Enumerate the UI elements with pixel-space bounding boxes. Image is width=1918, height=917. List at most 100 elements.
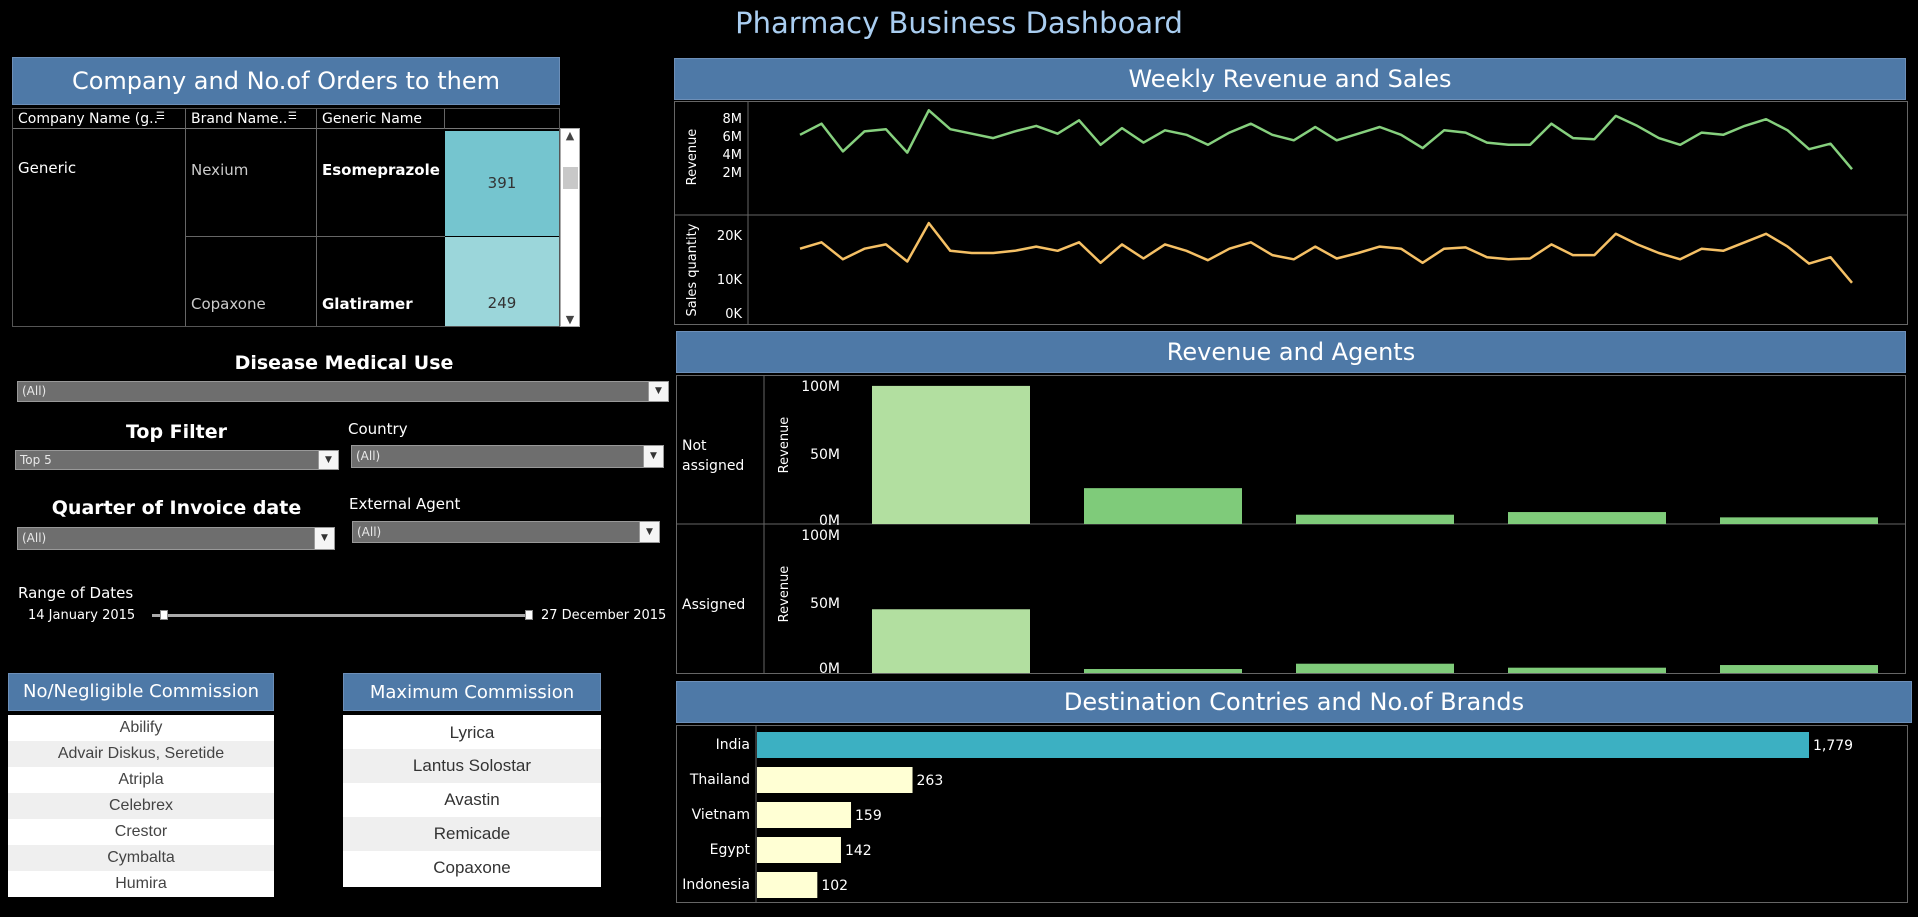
disease-dropdown[interactable]: (All) ▼ [17,381,669,402]
data-label: 102 [821,878,848,894]
bar [1508,667,1666,673]
axis-label: Revenue [685,129,700,186]
max-commission-header: Maximum Commission [343,673,601,711]
chevron-down-icon[interactable]: ▼ [648,382,668,401]
list-item[interactable]: Lyrica [343,715,601,749]
axis-label: Revenue [777,417,792,474]
generic-cell: Glatiramer [322,295,413,313]
row-label: Assigned [682,597,745,613]
list-item[interactable]: Crestor [8,819,274,845]
chevron-down-icon[interactable]: ▼ [561,313,579,326]
bar [872,609,1030,673]
scroll-thumb[interactable] [563,167,578,189]
bar [757,767,913,793]
orders-value-cell[interactable]: 391 [445,131,559,236]
revenue-agents-chart: Not assigned Revenue 100M 50M 0M Assigned Reven… [676,375,1906,674]
row-label: Not [682,438,707,454]
bar [1084,669,1242,673]
no-commission-list: Abilify Advair Diskus, Seretide Atripla … [8,715,274,897]
bar [1720,517,1878,524]
column-header-generic[interactable]: Generic Name [322,111,422,127]
tick-label: 50M [810,447,840,463]
date-range-end: 27 December 2015 [541,608,667,623]
date-range-slider[interactable] [152,614,532,617]
chevron-down-icon[interactable]: ▼ [643,446,663,467]
generic-cell: Esomeprazole [322,161,440,179]
list-item[interactable]: Remicade [343,817,601,851]
category-label: India [716,737,750,753]
tick-label: 10K [717,273,743,288]
destination-chart-header: Destination Contries and No.of Brands [676,681,1912,723]
category-label: Thailand [689,772,750,788]
disease-filter-label: Disease Medical Use [234,352,454,374]
data-label: 142 [845,843,872,859]
table-header-row: Company Name (g.. ☰ Brand Name.. ☰ Gener… [13,109,559,129]
tick-label: 0K [725,307,742,322]
chevron-down-icon[interactable]: ▼ [314,528,334,549]
date-range-label: Range of Dates [18,584,134,602]
list-item[interactable]: Celebrex [8,793,274,819]
column-header-brand[interactable]: Brand Name.. [191,111,287,127]
chevron-down-icon[interactable]: ▼ [639,522,659,542]
tick-label: 0M [819,513,840,529]
table-scrollbar[interactable]: ▲ ▼ [560,128,580,327]
country-dropdown-value: (All) [356,449,381,463]
data-label: 263 [917,773,944,789]
orders-value-cell[interactable]: 249 [445,237,559,326]
list-item[interactable]: Abilify [8,715,274,741]
disease-dropdown-value: (All) [22,384,47,398]
tick-label: 100M [801,379,840,395]
no-commission-header: No/Negligible Commission [8,673,274,711]
bar [1084,488,1242,524]
data-label: 1,779 [1813,738,1853,754]
date-range-start: 14 January 2015 [28,608,136,623]
bar [1720,665,1878,673]
list-item[interactable]: Humira [8,871,274,897]
bar [1508,512,1666,524]
list-item[interactable]: Avastin [343,783,601,817]
bar [1296,663,1454,673]
tick-label: 4M [723,148,743,163]
chevron-up-icon[interactable]: ▲ [561,129,579,142]
sort-icon[interactable]: ☰ [288,111,297,122]
sort-icon[interactable]: ☰ [156,111,165,122]
category-label: Vietnam [692,807,750,823]
top-filter-value: Top 5 [20,453,52,467]
slider-start-handle[interactable] [160,610,168,620]
list-item[interactable]: Advair Diskus, Seretide [8,741,274,767]
list-item[interactable]: Copaxone [343,851,601,885]
max-commission-list: Lyrica Lantus Solostar Avastin Remicade … [343,715,601,887]
tick-label: 8M [723,112,743,127]
brand-cell: Nexium [191,161,249,179]
slider-end-handle[interactable] [525,610,533,620]
list-item[interactable]: Cymbalta [8,845,274,871]
weekly-chart-header: Weekly Revenue and Sales [674,58,1906,100]
agent-dropdown[interactable]: (All) ▼ [352,521,660,543]
list-item[interactable]: Atripla [8,767,274,793]
country-dropdown[interactable]: (All) ▼ [351,445,664,468]
weekly-revenue-sales-chart: Revenue 8M 6M 4M 2M Sales quantity 20K 10K 0K [674,101,1908,325]
quarter-filter-label: Quarter of Invoice date [51,497,302,519]
bar [757,732,1809,758]
bar [1296,514,1454,524]
company-orders-table: Company Name (g.. ☰ Brand Name.. ☰ Gener… [12,108,560,327]
bar [757,802,852,828]
quarter-dropdown[interactable]: (All) ▼ [17,527,335,550]
company-name-cell: Generic [18,159,77,177]
bar [757,872,818,898]
axis-label: Sales quantity [685,223,700,316]
chevron-down-icon[interactable]: ▼ [318,451,338,469]
column-header-company[interactable]: Company Name (g.. [18,111,158,127]
agent-dropdown-value: (All) [357,525,382,539]
bar [757,837,841,863]
top-filter-dropdown[interactable]: Top 5 ▼ [15,450,339,470]
brand-cell: Copaxone [191,295,266,313]
tick-label: 2M [723,166,743,181]
agent-filter-label: External Agent [349,495,461,513]
data-label: 159 [855,808,882,824]
tick-label: 100M [801,528,840,544]
quarter-dropdown-value: (All) [22,531,47,545]
list-item[interactable]: Lantus Solostar [343,749,601,783]
axis-label: Revenue [777,566,792,623]
top-filter-label: Top Filter [125,421,228,443]
